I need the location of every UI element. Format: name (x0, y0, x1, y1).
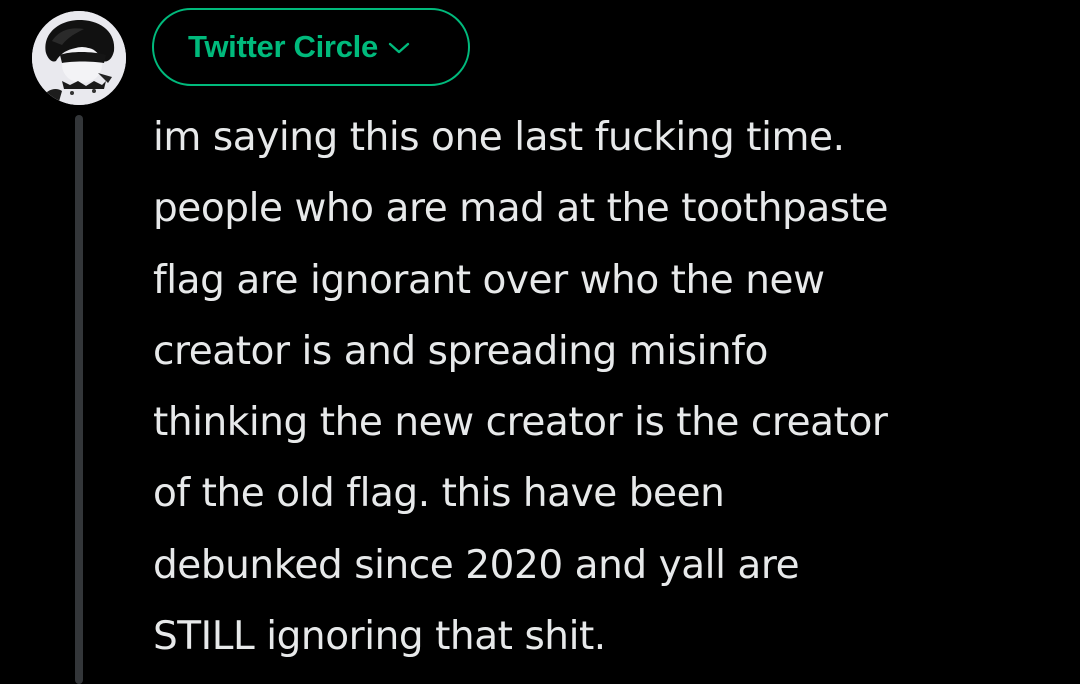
tweet-text-line: STILL ignoring that shit. (153, 614, 606, 660)
tweet-text-line: flag are ignorant over who the new (153, 257, 825, 303)
audience-selector-button[interactable]: Twitter Circle (152, 8, 470, 86)
tweet-text-line: thinking the new creator is the creator (153, 400, 888, 446)
tweet-text-line: debunked since 2020 and yall are (153, 542, 800, 588)
tweet-text-line: im saying this one last fucking time. (153, 115, 845, 160)
audience-label: Twitter Circle (188, 29, 378, 64)
tweet-text-line: of the old flag. this have been (153, 471, 725, 517)
avatar[interactable] (32, 11, 126, 105)
tweet-text-line: creator is and spreading misinfo (153, 328, 768, 374)
tweet-text-line: people who are mad at the toothpaste (153, 186, 889, 232)
user-avatar-image (32, 11, 126, 105)
thread-line (75, 115, 83, 684)
tweet-text[interactable]: im saying this one last fucking time. pe… (153, 102, 1053, 672)
chevron-down-icon (388, 40, 410, 54)
